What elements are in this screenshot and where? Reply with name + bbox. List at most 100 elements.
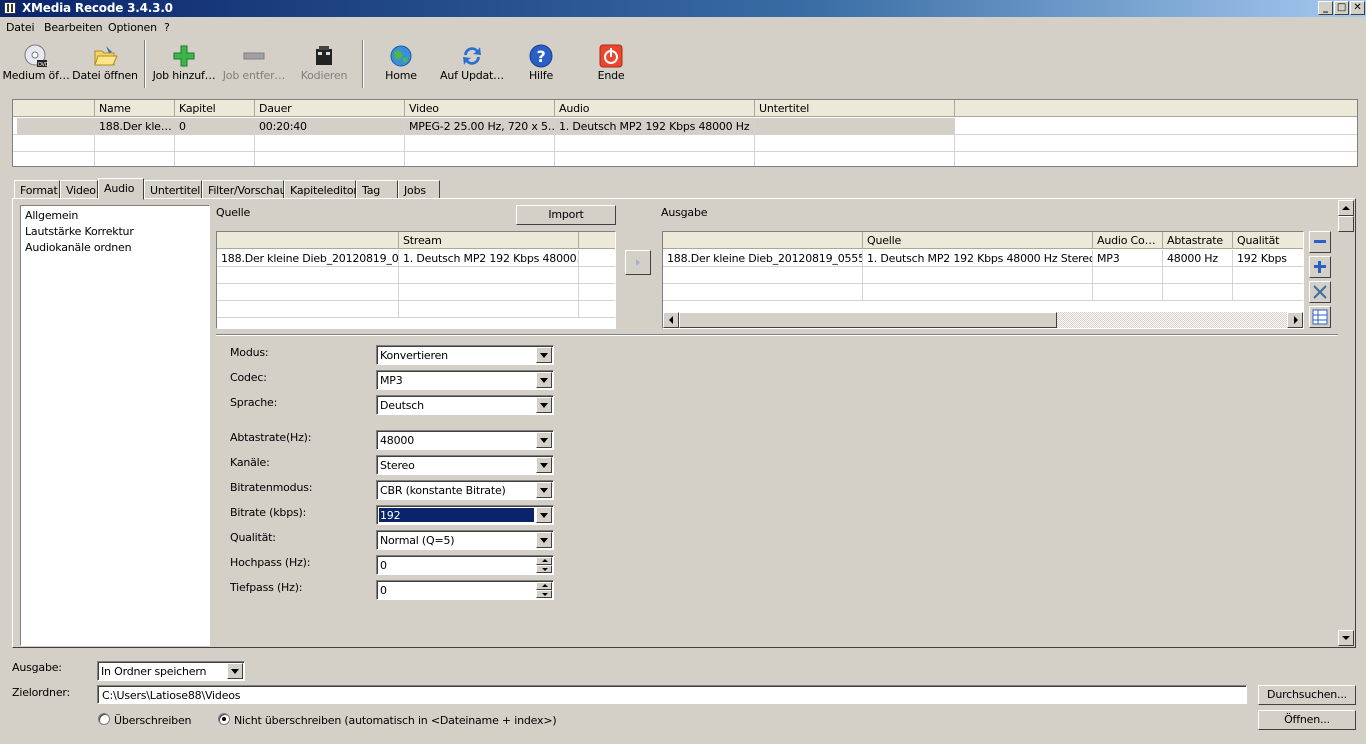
column-header-audio-codec[interactable]: Audio Co… — [1093, 232, 1163, 249]
scroll-thumb[interactable] — [679, 312, 1057, 328]
column-header[interactable] — [13, 100, 95, 117]
no-overwrite-label[interactable]: Nicht überschreiben (automatisch in <Dat… — [234, 714, 557, 727]
bitrate-select[interactable]: 192 — [376, 505, 554, 525]
open-file-button[interactable]: Datei öffnen — [72, 38, 138, 90]
add-job-button[interactable]: Job hinzuf… — [150, 38, 218, 90]
nav-item-allgemein[interactable]: Allgemein — [25, 209, 78, 222]
overwrite-radio[interactable] — [98, 713, 110, 725]
spin-down-icon[interactable] — [536, 590, 552, 598]
scroll-up-button[interactable] — [1338, 200, 1354, 216]
chevron-down-icon[interactable] — [227, 663, 243, 679]
no-overwrite-radio[interactable] — [218, 713, 230, 725]
scroll-down-button[interactable] — [1338, 630, 1354, 646]
menu-datei[interactable]: Datei — [6, 21, 35, 34]
delete-stream-button[interactable] — [1309, 281, 1331, 303]
scroll-thumb[interactable] — [1338, 216, 1354, 232]
import-button[interactable]: Import — [516, 205, 616, 225]
table-cell-empty — [175, 152, 255, 166]
restore-button[interactable]: □ — [1334, 1, 1349, 15]
remove-stream-button[interactable] — [1309, 231, 1331, 253]
tab-format[interactable]: Format — [14, 180, 60, 199]
nav-item-audiokanaele[interactable]: Audiokanäle ordnen — [25, 241, 132, 254]
overwrite-label[interactable]: Überschreiben — [114, 714, 192, 727]
open-disc-button[interactable]: DVD Medium öf… — [2, 38, 70, 90]
chevron-down-icon[interactable] — [536, 482, 552, 498]
exit-button[interactable]: Ende — [586, 38, 636, 90]
output-mode-select[interactable]: In Ordner speichern — [97, 661, 245, 681]
menu-optionen[interactable]: Optionen — [108, 21, 157, 34]
add-stream-button[interactable] — [625, 250, 651, 275]
hochpass-spinner[interactable]: 0 — [376, 555, 554, 575]
close-button[interactable]: ✕ — [1350, 1, 1365, 15]
tab-tag[interactable]: Tag — [356, 180, 398, 199]
scroll-track[interactable] — [1338, 232, 1354, 630]
add-stream-side-button[interactable] — [1309, 256, 1331, 278]
tab-filter-vorschau[interactable]: Filter/Vorschau — [202, 180, 287, 199]
open-folder-button[interactable]: Öffnen... — [1258, 710, 1356, 730]
table-cell-empty — [1163, 267, 1233, 284]
target-folder-input[interactable]: C:\Users\Latiose88\Videos — [97, 685, 1247, 704]
scroll-right-button[interactable] — [1287, 312, 1303, 328]
chevron-down-icon[interactable] — [536, 372, 552, 388]
tab-audio[interactable]: Audio — [98, 178, 144, 200]
chevron-down-icon[interactable] — [536, 457, 552, 473]
column-header-quelle[interactable]: Quelle — [863, 232, 1093, 249]
tab-untertitel[interactable]: Untertitel — [144, 180, 202, 199]
output-stream-table[interactable]: Quelle Audio Co… Abtastrate Qualität 188… — [662, 231, 1304, 329]
tiefpass-spinner[interactable]: 0 — [376, 580, 554, 600]
tab-kapiteleditor[interactable]: Kapiteleditor — [284, 180, 358, 199]
menu-bearbeiten[interactable]: Bearbeiten — [44, 21, 103, 34]
output-hscrollbar[interactable] — [663, 312, 1303, 328]
stream-properties-button[interactable] — [1309, 306, 1331, 328]
kanaele-select[interactable]: Stereo — [376, 455, 554, 475]
column-header-stream[interactable]: Stream — [399, 232, 579, 249]
modus-select[interactable]: Konvertieren — [376, 345, 554, 365]
panel-vscrollbar[interactable] — [1338, 200, 1354, 646]
column-header[interactable] — [663, 232, 863, 249]
tab-video[interactable]: Video — [60, 180, 98, 199]
kanaele-value: Stereo — [380, 459, 415, 472]
power-icon — [599, 44, 623, 68]
column-header-name[interactable]: Name — [95, 100, 175, 117]
codec-label: Codec: — [230, 371, 267, 384]
column-header-audio[interactable]: Audio — [555, 100, 755, 117]
spin-up-icon[interactable] — [536, 557, 552, 565]
source-stream-table[interactable]: Stream 188.Der kleine Dieb_20120819_0… 1… — [216, 231, 616, 329]
encode-button[interactable]: Kodieren — [294, 38, 354, 90]
update-button[interactable]: Auf Updat… — [436, 38, 508, 90]
browse-button[interactable]: Durchsuchen... — [1258, 685, 1356, 705]
column-header-dauer[interactable]: Dauer — [255, 100, 405, 117]
spin-down-icon[interactable] — [536, 565, 552, 573]
job-list-table[interactable]: Name Kapitel Dauer Video Audio Untertite… — [12, 99, 1358, 167]
home-button[interactable]: Home — [376, 38, 426, 90]
column-header-abtastrate[interactable]: Abtastrate — [1163, 232, 1233, 249]
qualitaet-select[interactable]: Normal (Q=5) — [376, 530, 554, 550]
column-header-untertitel[interactable]: Untertitel — [755, 100, 955, 117]
abtastrate-select[interactable]: 48000 — [376, 430, 554, 450]
title-bar[interactable]: XMedia Recode 3.4.3.0 _ □ ✕ — [0, 0, 1366, 17]
remove-job-button[interactable]: Job entfer… — [220, 38, 288, 90]
chevron-down-icon[interactable] — [536, 532, 552, 548]
column-header[interactable] — [217, 232, 399, 249]
sprache-select[interactable]: Deutsch — [376, 395, 554, 415]
column-header[interactable] — [579, 232, 615, 249]
tab-jobs[interactable]: Jobs — [398, 180, 440, 199]
spin-up-icon[interactable] — [536, 582, 552, 590]
codec-select[interactable]: MP3 — [376, 370, 554, 390]
chevron-down-icon[interactable] — [536, 347, 552, 363]
scroll-left-button[interactable] — [663, 312, 679, 328]
minimize-button[interactable]: _ — [1318, 1, 1333, 15]
column-header-kapitel[interactable]: Kapitel — [175, 100, 255, 117]
chevron-down-icon[interactable] — [536, 397, 552, 413]
help-button[interactable]: ? Hilfe — [516, 38, 566, 90]
audio-nav-list[interactable]: Allgemein Lautstärke Korrektur Audiokanä… — [20, 205, 210, 646]
column-header-video[interactable]: Video — [405, 100, 555, 117]
nav-item-lautstaerke[interactable]: Lautstärke Korrektur — [25, 225, 134, 238]
column-header-qualitaet[interactable]: Qualität — [1233, 232, 1303, 249]
chevron-down-icon[interactable] — [536, 432, 552, 448]
menu-help[interactable]: ? — [164, 21, 170, 34]
bitratenmodus-value: CBR (konstante Bitrate) — [380, 484, 506, 497]
chevron-down-icon[interactable] — [536, 507, 552, 523]
table-cell-kapitel: 0 — [175, 118, 255, 135]
bitratenmodus-select[interactable]: CBR (konstante Bitrate) — [376, 480, 554, 500]
